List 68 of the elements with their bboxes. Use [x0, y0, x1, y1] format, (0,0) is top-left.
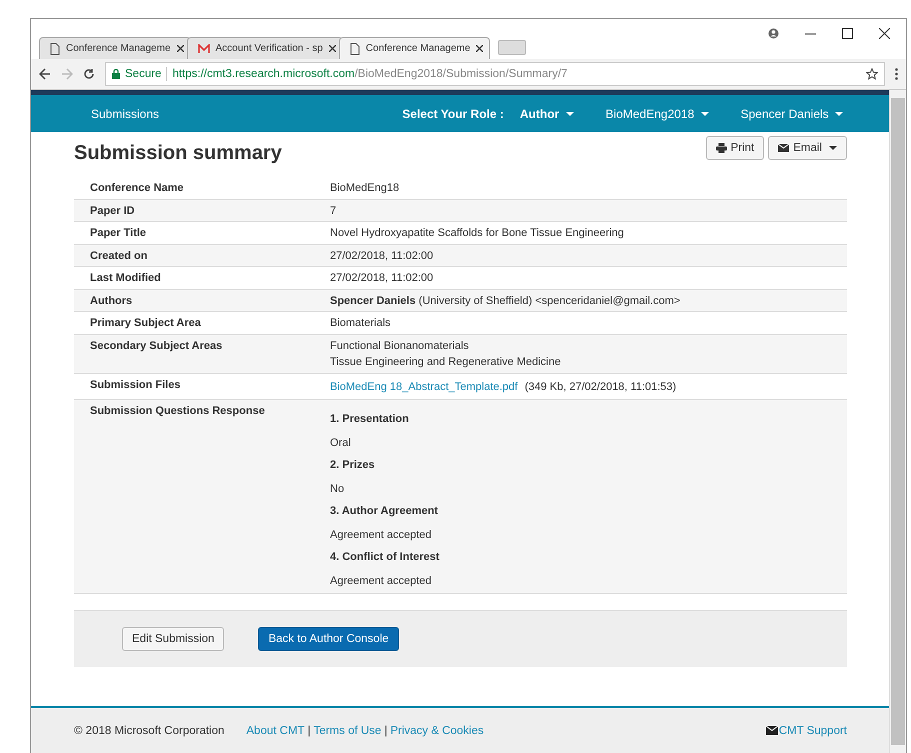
footer-link[interactable]: About CMT: [246, 724, 305, 736]
close-icon[interactable]: [176, 45, 184, 52]
browser-tab[interactable]: Conference Manageme: [338, 37, 490, 59]
support-link[interactable]: CMT Support: [766, 724, 847, 736]
envelope-icon: [766, 726, 778, 735]
field-value: Tissue Engineering and Regenerative Medicine: [330, 356, 562, 368]
question-answer: Oral: [330, 436, 352, 450]
question-title: 1. Presentation: [330, 412, 410, 426]
copyright-text: © 2018 Microsoft Corporation: [74, 724, 224, 736]
field-value: BioMedEng18: [330, 182, 400, 194]
field-label: Paper Title: [89, 227, 148, 240]
field-label: Last Modified: [89, 272, 162, 284]
star-icon[interactable]: [866, 68, 878, 80]
question-title: 3. Author Agreement: [330, 504, 439, 518]
address-bar[interactable]: Secure https://cmt3.research.microsoft.com/BioMedEng2018/Submission/Summary/7: [105, 62, 885, 86]
email-button[interactable]: Email: [768, 136, 847, 160]
field-label: Submission Questions Response: [89, 404, 266, 418]
page-icon: [350, 42, 360, 54]
question-answer: Agreement accepted: [330, 528, 433, 542]
footer-link[interactable]: Privacy & Cookies: [390, 724, 484, 736]
field-label: Authors: [89, 294, 134, 307]
field-label: Created on: [89, 250, 148, 262]
footer-link[interactable]: Terms of Use: [314, 724, 382, 736]
back-icon[interactable]: [39, 68, 51, 80]
profile-icon[interactable]: [768, 28, 779, 39]
field-label: Primary Subject Area: [89, 317, 202, 330]
page-icon: [50, 42, 60, 54]
question-answer: Agreement accepted: [330, 574, 433, 588]
action-button[interactable]: Back to Author Console: [258, 626, 399, 650]
dropdown-menu[interactable]: Spencer Daniels: [740, 106, 843, 120]
print-button[interactable]: Print: [706, 136, 764, 160]
role-label: Select Your Role :: [402, 106, 504, 120]
browser-tab[interactable]: Conference Manageme: [39, 37, 191, 59]
close-icon[interactable]: [476, 45, 484, 52]
question-title: 2. Prizes: [330, 458, 376, 472]
mail-icon: [198, 44, 210, 54]
file-details: (349 Kb, 27/02/2018, 11:01:53): [524, 380, 676, 394]
close-icon[interactable]: [328, 45, 336, 52]
scrollbar[interactable]: [889, 90, 906, 753]
action-button[interactable]: Edit Submission: [122, 626, 224, 650]
field-value: Biomaterials: [330, 317, 392, 330]
field-value: 27/02/2018, 11:02:00: [330, 250, 434, 262]
question-answer: No: [330, 482, 346, 496]
separator: |: [384, 724, 388, 736]
close-icon[interactable]: [879, 28, 890, 39]
file-link[interactable]: BioMedEng 18_Abstract_Template.pdf: [330, 378, 518, 394]
browser-tab[interactable]: Account Verification - sp: [186, 37, 343, 59]
reload-icon[interactable]: [83, 68, 95, 80]
field-value: 7: [330, 204, 338, 217]
field-value: Novel Hydroxyapatite Scaffolds for Bone Tissue Engineering: [330, 227, 625, 240]
field-value: Functional Bionanomaterials: [330, 340, 470, 352]
page-title: Submission summary: [74, 142, 282, 165]
envelope-icon: [778, 144, 790, 152]
field-label: Conference Name: [89, 182, 185, 194]
question-title: 4. Conflict of Interest: [330, 550, 440, 564]
field-label: Secondary Subject Areas: [89, 340, 224, 354]
dropdown-menu[interactable]: Author: [520, 106, 574, 120]
printer-icon: [716, 143, 727, 153]
field-value: Spencer Daniels (University of Sheffield) <spenceridaniel@gmail.com>: [330, 294, 682, 307]
dropdown-menu[interactable]: BioMedEng2018: [606, 106, 709, 120]
separator: |: [308, 724, 311, 736]
field-label: Paper ID: [89, 204, 136, 217]
lock-icon: [112, 69, 120, 79]
field-value: 27/02/2018, 11:02:00: [330, 272, 434, 284]
maximize-icon[interactable]: [842, 28, 853, 39]
submissions-link[interactable]: Submissions: [91, 106, 160, 120]
field-label: Submission Files: [89, 378, 182, 392]
menu-icon[interactable]: [895, 68, 898, 80]
